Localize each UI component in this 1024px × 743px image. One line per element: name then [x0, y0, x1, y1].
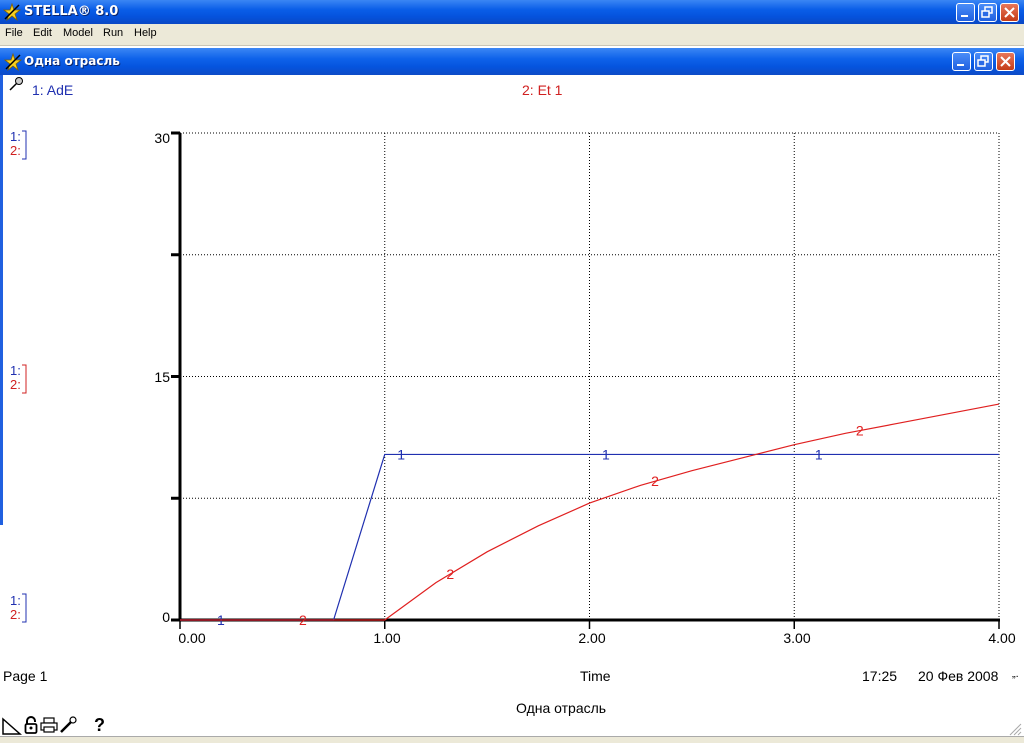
time-stamp: 17:25 [862, 668, 898, 684]
print-icon[interactable] [40, 717, 58, 733]
lock-icon[interactable] [24, 716, 38, 734]
series-marker-2: 2 [651, 473, 659, 489]
x-axis-label: Time [580, 668, 611, 684]
resize-grip-icon[interactable] [1008, 722, 1022, 736]
series-marker-2: 2 [856, 423, 864, 439]
time-series-chart: 11 1 12222 [171, 131, 1000, 629]
series-marker-2: 2 [446, 566, 454, 582]
graph-caption: Одна отрасль [516, 700, 607, 716]
series-marker-1: 1 [815, 446, 823, 462]
date-stamp: 20 Фев 2008 [918, 668, 999, 684]
date-suffix: „. [1012, 668, 1019, 680]
magic-wand-icon[interactable] [59, 716, 77, 734]
triangle-tool-icon[interactable] [2, 717, 22, 735]
help-icon[interactable]: ? [94, 715, 105, 736]
series-marker-1: 1 [397, 446, 405, 462]
series-marker-1: 1 [602, 446, 610, 462]
series-marker-2: 2 [299, 612, 307, 628]
page-label: Page 1 [3, 668, 48, 684]
